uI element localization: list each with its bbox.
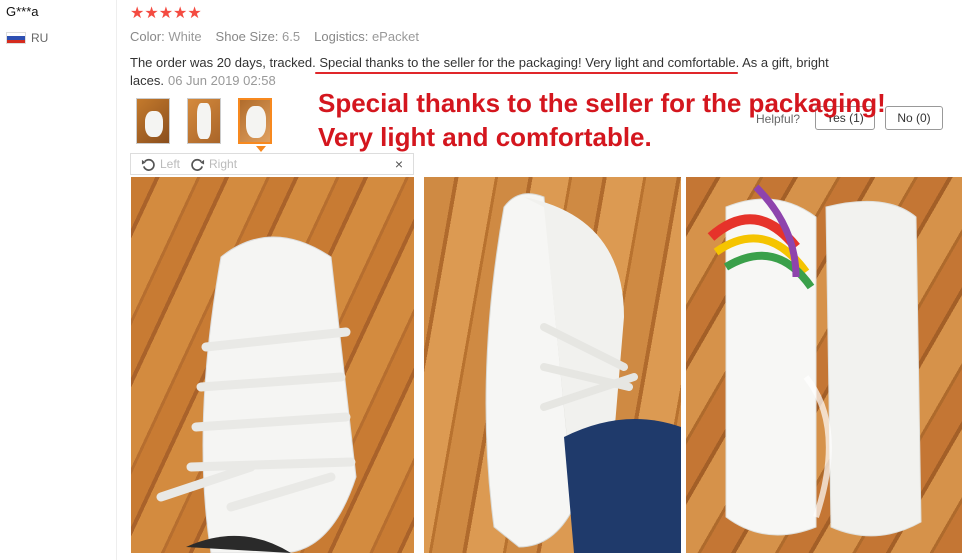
- overlay-caption-line-2: Very light and comfortable.: [318, 122, 652, 152]
- country-code: RU: [31, 31, 49, 45]
- overlay-caption: Special thanks to the seller for the pac…: [318, 86, 886, 154]
- rotate-right-button[interactable]: Right: [190, 157, 237, 172]
- reviewer-country: RU: [6, 31, 48, 45]
- product-attributes: Color: White Shoe Size: 6.5 Logistics: e…: [130, 29, 419, 44]
- thumbnail-2[interactable]: [187, 98, 221, 144]
- rotate-left-button[interactable]: Left: [141, 157, 180, 172]
- review-highlight: Special thanks to the seller for the pac…: [319, 55, 736, 70]
- photo-shoes-in-packaging[interactable]: [686, 177, 962, 553]
- helpful-no-button[interactable]: No (0): [885, 106, 943, 130]
- review-date: 06 Jun 2019 02:58: [167, 73, 276, 88]
- review-text: The order was 20 days, tracked. Special …: [130, 54, 830, 90]
- rotate-left-label: Left: [160, 157, 181, 171]
- column-divider: [116, 0, 117, 560]
- size-attribute: Shoe Size: 6.5: [215, 29, 301, 44]
- photo-shoe-top-view[interactable]: [131, 177, 414, 553]
- russia-flag-icon: [6, 32, 26, 44]
- rotate-left-icon: [141, 158, 155, 171]
- star-rating: ★★★★★: [130, 5, 202, 22]
- overlay-caption-line-1: Special thanks to the seller for the pac…: [318, 88, 886, 118]
- photo-shoe-side-view[interactable]: [424, 177, 681, 553]
- logistics-attribute: Logistics: ePacket: [314, 29, 419, 44]
- review-text-start: The order was 20 days, tracked.: [130, 55, 320, 70]
- rotate-right-icon: [191, 158, 205, 171]
- reviewer-name: G***a: [6, 4, 39, 19]
- thumbnail-1[interactable]: [136, 98, 170, 144]
- color-attribute: Color: White: [130, 29, 202, 44]
- rotate-right-label: Right: [209, 157, 238, 171]
- thumbnail-strip: [136, 98, 272, 144]
- thumbnail-3[interactable]: [238, 98, 272, 144]
- close-icon[interactable]: ×: [395, 156, 403, 172]
- active-thumbnail-caret: [256, 146, 266, 152]
- rotate-toolbar: Left Right ×: [130, 153, 414, 175]
